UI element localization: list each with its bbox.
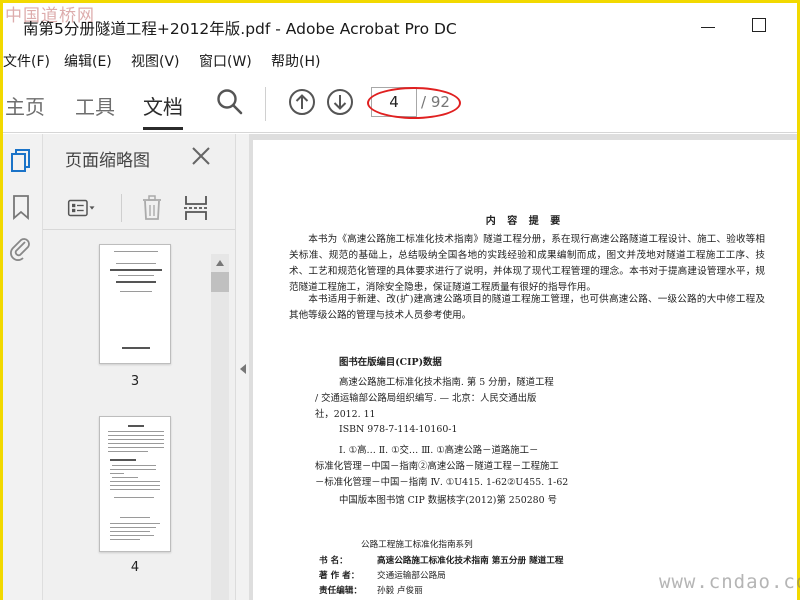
scrollbar-thumb[interactable]: [211, 272, 229, 292]
left-navigation-rail: [3, 134, 43, 600]
insert-page-icon[interactable]: [181, 194, 211, 222]
page-heading: 内 容 提 要: [485, 216, 565, 227]
thumbnail-label-4: 4: [130, 560, 140, 575]
page-thumbnails-icon[interactable]: [9, 148, 33, 174]
editor-label: 责任编辑：: [319, 586, 362, 596]
menu-window[interactable]: 窗口(W): [199, 51, 252, 71]
window-title: 南第5分册隧道工程+2012年版.pdf - Adobe Acrobat Pro…: [23, 20, 457, 38]
tab-tools[interactable]: 工具: [75, 91, 115, 120]
menu-view[interactable]: 视图(V): [131, 51, 180, 71]
menu-help[interactable]: 帮助(H): [271, 51, 320, 71]
main-toolbar: 主页 工具 文档 4 / 92: [3, 75, 797, 133]
author-label: 著 作 者：: [319, 571, 360, 581]
maximize-button[interactable]: [743, 13, 773, 35]
toolbar-separator: [265, 87, 266, 121]
delete-page-icon[interactable]: [137, 194, 167, 222]
cip-line: －标准化管理－中国－指南 Ⅳ. ①U415. 1-62②U455. 1-62: [315, 477, 569, 488]
attachment-icon[interactable]: [9, 236, 33, 262]
editor: 孙毅 卢俊丽: [377, 586, 423, 596]
tab-home[interactable]: 主页: [5, 91, 45, 120]
panel-toolbar-separator: [121, 194, 122, 222]
summary-paragraph-2: 本书适用于新建、改(扩)建高速公路项目的隧道工程施工管理，也可供高速公路、一级公…: [289, 294, 765, 321]
cip-title: 图书在版编目(CIP)数据: [339, 357, 442, 368]
summary-paragraph-1: 本书为《高速公路施工标准化技术指南》隧道工程分册，系在现行高速公路隧道工程设计、…: [289, 234, 765, 293]
red-annotation-ellipse: [367, 87, 461, 119]
page-thumbnails-panel: 页面缩略图 3 4: [43, 134, 235, 600]
book-name-label: 书 名：: [319, 556, 348, 566]
document-viewer[interactable]: 内 容 提 要 本书为《高速公路施工标准化技术指南》隧道工程分册，系在现行高速公…: [249, 134, 797, 600]
close-icon[interactable]: [189, 144, 213, 168]
search-icon[interactable]: [215, 87, 245, 117]
thumbnail-page-4[interactable]: [99, 416, 171, 552]
cip-line: 社，2012. 11: [315, 409, 376, 420]
watermark-bottom-right: www.cndao.com: [659, 571, 800, 593]
cip-line: 中国版本图书馆 CIP 数据核字(2012)第 250280 号: [339, 495, 557, 506]
scroll-up-arrow-icon[interactable]: [216, 260, 224, 266]
collapse-panel-arrow-icon[interactable]: [240, 364, 246, 374]
cip-line: 高速公路施工标准化技术指南. 第 5 分册，隧道工程: [339, 377, 554, 388]
thumbnail-scrollbar[interactable]: [211, 254, 229, 600]
title-bar: 中国道桥网 南第5分册隧道工程+2012年版.pdf - Adobe Acrob…: [3, 3, 797, 45]
next-page-icon[interactable]: [325, 87, 355, 117]
active-tab-indicator: [143, 127, 183, 130]
previous-page-icon[interactable]: [287, 87, 317, 117]
panel-toolbar: [43, 184, 235, 230]
book-name: 高速公路施工标准化技术指南 第五分册 隧道工程: [377, 556, 564, 566]
series-name: 公路工程施工标准化指南系列: [361, 540, 473, 550]
bookmark-icon[interactable]: [9, 194, 33, 220]
thumbnail-page-3[interactable]: [99, 244, 171, 364]
cip-line: Ⅰ. ①高… Ⅱ. ①交… Ⅲ. ①高速公路－道路施工－: [339, 445, 539, 456]
thumbnail-label-3: 3: [130, 374, 140, 389]
tab-document[interactable]: 文档: [143, 91, 183, 120]
cip-line: / 交通运输部公路局组织编写. — 北京：人民交通出版: [315, 393, 537, 404]
minimize-button[interactable]: [693, 13, 723, 35]
document-page: 内 容 提 要 本书为《高速公路施工标准化技术指南》隧道工程分册，系在现行高速公…: [253, 140, 797, 600]
panel-title: 页面缩略图: [65, 151, 150, 171]
options-menu-icon[interactable]: [67, 194, 97, 222]
author: 交通运输部公路局: [377, 571, 446, 581]
menu-bar: 文件(F) 编辑(E) 视图(V) 窗口(W) 帮助(H): [3, 47, 797, 73]
panel-splitter[interactable]: [235, 134, 249, 600]
cip-line: 标准化管理－中国－指南②高速公路－隧道工程－工程施工: [315, 461, 559, 472]
menu-edit[interactable]: 编辑(E): [64, 51, 112, 71]
menu-file[interactable]: 文件(F): [3, 51, 50, 71]
cip-line: ISBN 978-7-114-10160-1: [339, 424, 458, 435]
